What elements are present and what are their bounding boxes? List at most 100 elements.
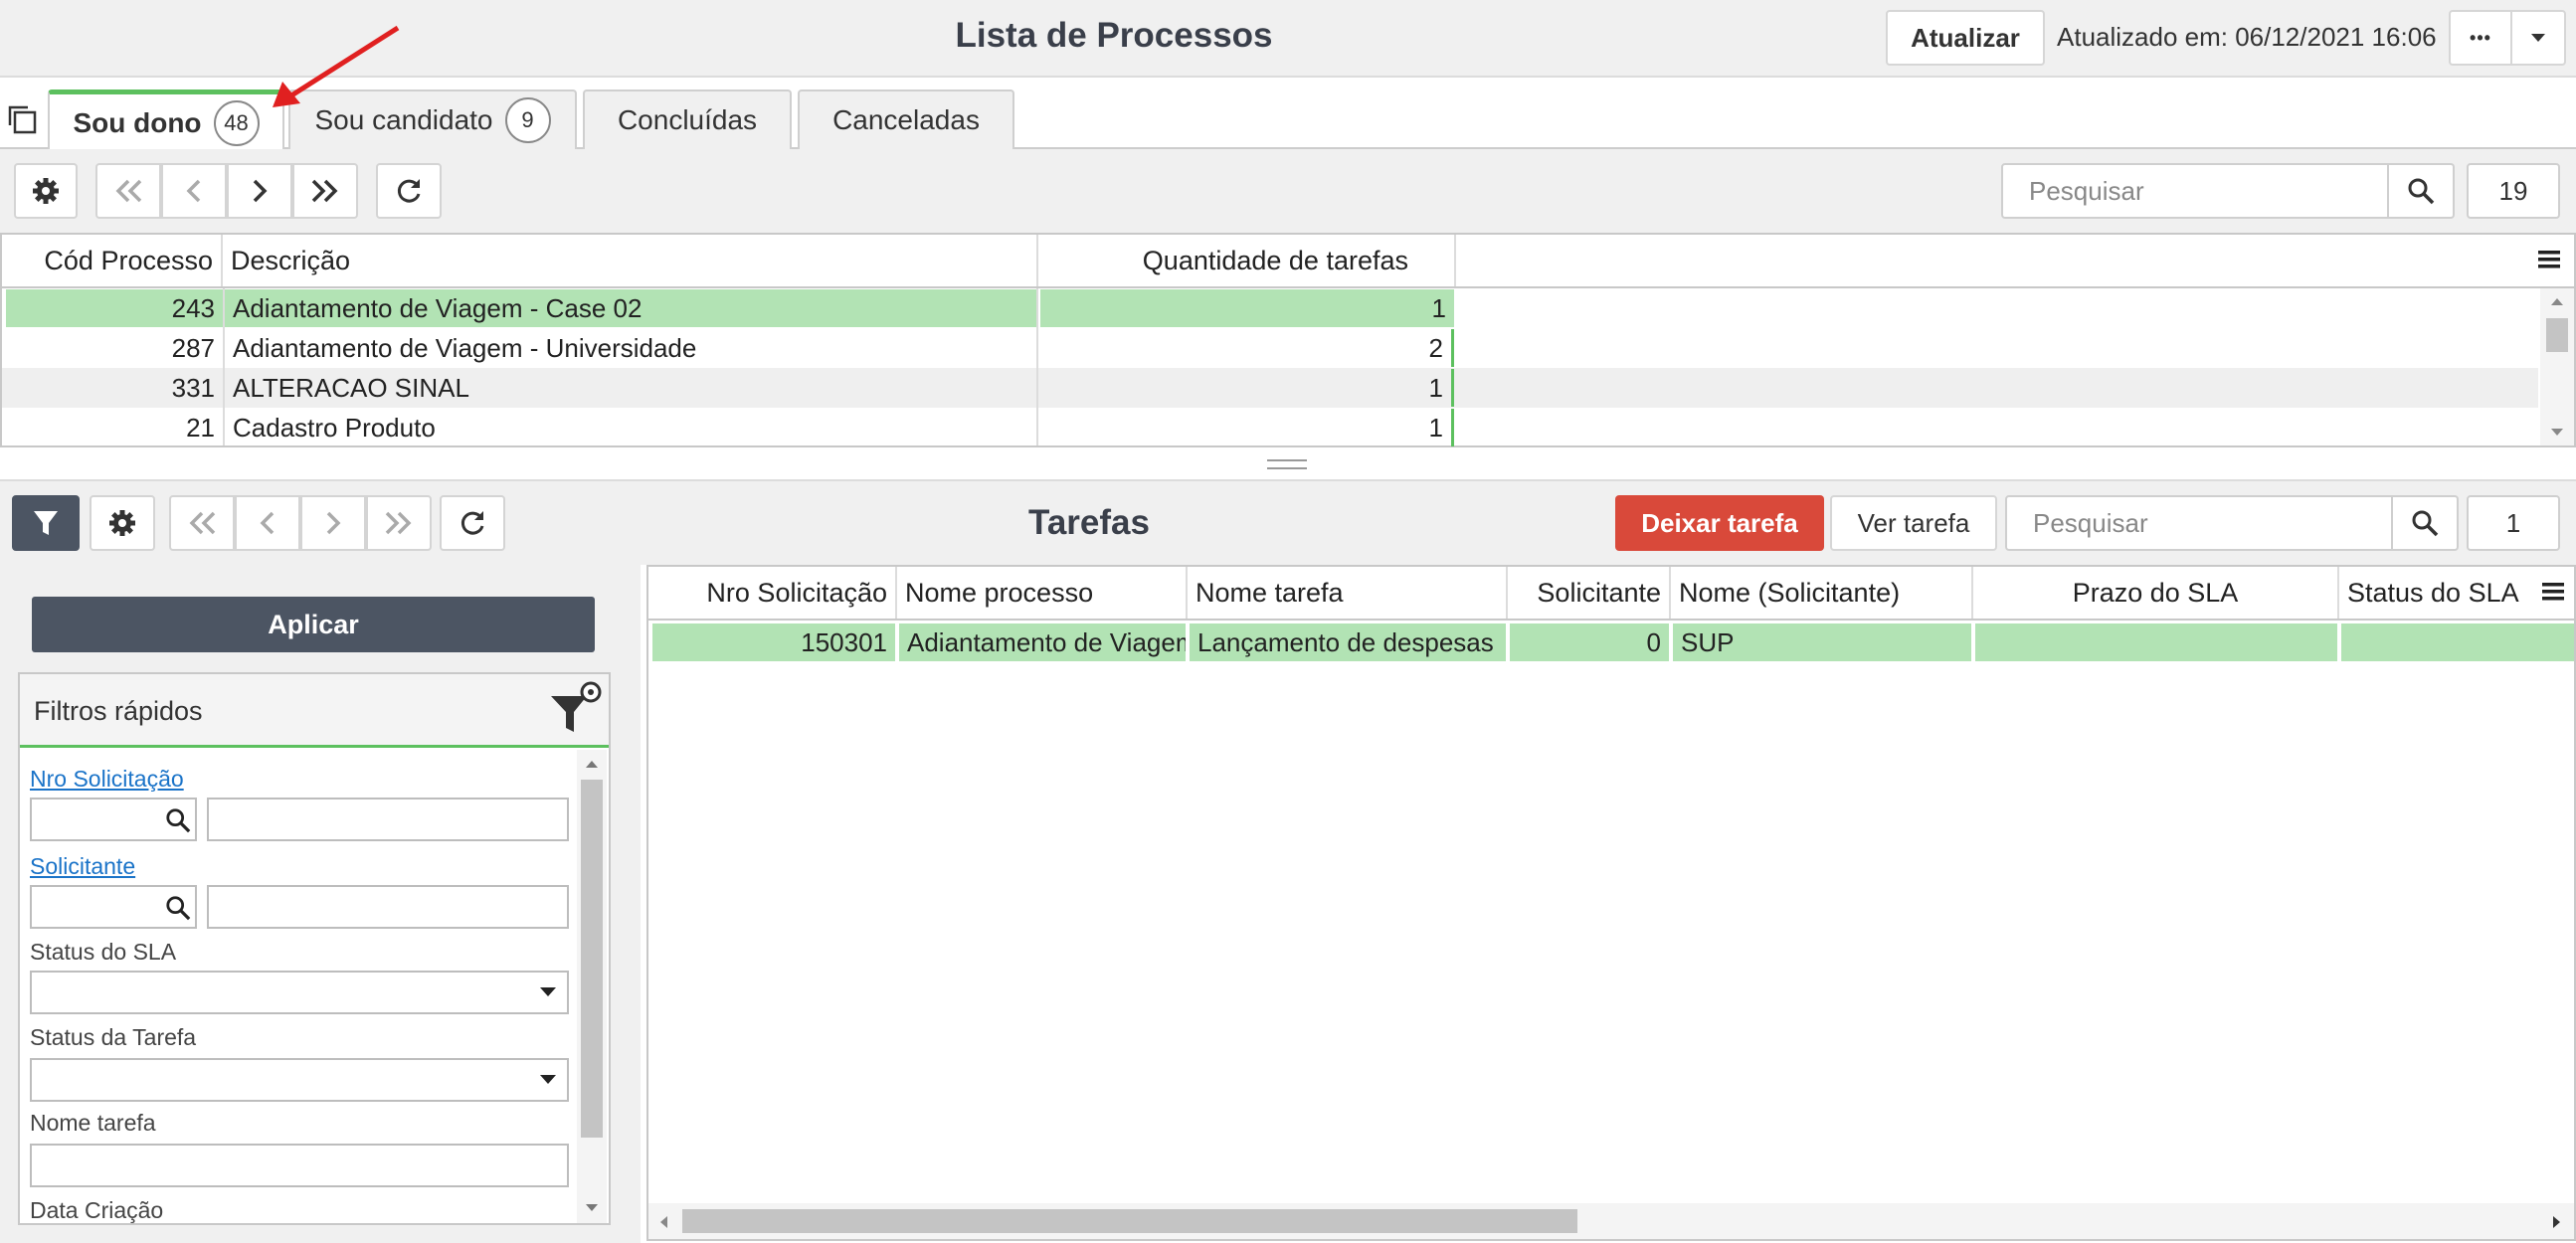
filter-toggle-button[interactable] — [12, 495, 80, 551]
gear-icon — [109, 510, 135, 536]
tasks-search-input[interactable]: Pesquisar — [2005, 495, 2393, 551]
nro-solicitacao-description-field[interactable] — [207, 798, 569, 841]
refresh-button[interactable]: Atualizar — [1886, 10, 2045, 66]
nro-solicitacao-input[interactable] — [30, 798, 197, 841]
tab-label: Canceladas — [832, 104, 980, 135]
column-header[interactable]: Prazo do SLA — [1973, 567, 2339, 619]
table-row[interactable]: 243 Adiantamento de Viagem - Case 02 1 — [2, 288, 2538, 328]
refresh-icon — [460, 511, 484, 535]
apply-filters-button[interactable]: Aplicar — [32, 597, 595, 652]
cell-status-sla — [2341, 623, 2574, 661]
tasks-first-page-button[interactable] — [169, 495, 235, 551]
previous-page-button[interactable] — [161, 163, 227, 219]
tab-label: Concluídas — [617, 104, 758, 135]
columns-menu-icon[interactable] — [2536, 247, 2566, 276]
quick-filters-panel: Filtros rápidos Nro Solicitação Solicita… — [18, 672, 611, 1225]
table-row[interactable]: 150301 Adiantamento de Viagem - Case 02 … — [648, 622, 2574, 662]
last-updated-text: Atualizado em: 06/12/2021 16:06 — [2057, 22, 2437, 52]
column-header[interactable]: Nome (Solicitante) — [1671, 567, 1973, 619]
columns-menu-icon[interactable] — [2540, 579, 2570, 609]
cell-description: ALTERACAO SINAL — [233, 372, 469, 403]
search-icon[interactable] — [165, 807, 191, 833]
double-chevron-right-icon — [385, 511, 412, 535]
nome-tarefa-input[interactable] — [30, 1144, 569, 1187]
quick-filters-title: Filtros rápidos — [34, 696, 203, 726]
last-page-button[interactable] — [292, 163, 358, 219]
table-row[interactable]: 287 Adiantamento de Viagem - Universidad… — [2, 328, 2538, 368]
column-header[interactable]: Solicitante — [1508, 567, 1671, 619]
column-header[interactable]: Quantidade de tarefas — [1038, 235, 1456, 286]
cell-tarefa: Lançamento de despesas — [1190, 623, 1506, 661]
filter-icon — [34, 511, 58, 535]
process-table: Cód Processo Descrição Quantidade de tar… — [0, 233, 2576, 447]
panel-splitter[interactable] — [0, 447, 2576, 481]
reload-button[interactable] — [376, 163, 442, 219]
cell-prazo-sla — [1975, 623, 2337, 661]
tasks-horizontal-scrollbar[interactable] — [648, 1203, 2574, 1239]
table-row[interactable]: 21 Cadastro Produto 1 — [2, 408, 2538, 446]
next-page-button[interactable] — [227, 163, 292, 219]
first-page-button[interactable] — [95, 163, 161, 219]
tasks-settings-button[interactable] — [90, 495, 155, 551]
double-chevron-left-icon — [189, 511, 216, 535]
solicitante-description-field[interactable] — [207, 885, 569, 929]
process-search-input[interactable]: Pesquisar — [2001, 163, 2389, 219]
process-page-size[interactable]: 19 — [2467, 163, 2560, 219]
column-header[interactable]: Nro Solicitação — [648, 567, 897, 619]
settings-button[interactable] — [14, 163, 78, 219]
column-header[interactable]: Descrição — [223, 235, 1038, 286]
nome-tarefa-label: Nome tarefa — [30, 1110, 156, 1136]
tab-sou-dono[interactable]: Sou dono 48 — [48, 89, 284, 151]
scroll-up-icon — [586, 761, 598, 768]
splitter-handle-icon — [1267, 459, 1307, 469]
clear-filter-icon[interactable] — [547, 678, 603, 738]
scroll-thumb[interactable] — [2546, 318, 2568, 352]
solicitante-label[interactable]: Solicitante — [30, 853, 135, 880]
annotation-arrow-icon — [273, 25, 400, 107]
cell-tasks: 2 — [1040, 329, 1454, 367]
cell-nro: 150301 — [652, 623, 895, 661]
double-chevron-left-icon — [115, 179, 142, 203]
dropdown-button[interactable] — [2510, 10, 2566, 66]
caret-down-icon — [540, 987, 556, 996]
tasks-last-page-button[interactable] — [366, 495, 432, 551]
cell-processo: Adiantamento de Viagem - Case 02 — [899, 623, 1186, 661]
process-search-button[interactable] — [2389, 163, 2455, 219]
tasks-search-button[interactable] — [2393, 495, 2459, 551]
tasks-reload-button[interactable] — [440, 495, 505, 551]
scroll-down-icon — [2551, 429, 2563, 436]
tasks-previous-page-button[interactable] — [235, 495, 300, 551]
column-header[interactable]: Nome tarefa — [1188, 567, 1508, 619]
scroll-right-icon — [2553, 1216, 2560, 1228]
tab-count-badge: 9 — [504, 97, 551, 143]
cell-tasks: 1 — [1040, 289, 1454, 327]
nro-solicitacao-label[interactable]: Nro Solicitação — [30, 766, 184, 793]
cell-code: 287 — [171, 332, 215, 363]
column-header[interactable]: Status do SLA — [2339, 567, 2538, 619]
cell-description: Cadastro Produto — [233, 412, 436, 443]
leave-task-button[interactable]: Deixar tarefa — [1615, 495, 1824, 551]
filters-vertical-scrollbar[interactable] — [577, 750, 607, 1223]
chevron-right-icon — [326, 511, 341, 535]
more-options-button[interactable]: ••• — [2449, 10, 2512, 66]
tab-canceladas[interactable]: Canceladas — [798, 89, 1014, 149]
double-chevron-right-icon — [311, 179, 338, 203]
table-row[interactable]: 331 ALTERACAO SINAL 1 — [2, 368, 2538, 408]
status-tarefa-select[interactable] — [30, 1058, 569, 1102]
tasks-next-page-button[interactable] — [300, 495, 366, 551]
view-task-button[interactable]: Ver tarefa — [1830, 495, 1997, 551]
data-criacao-label: Data Criação — [30, 1197, 164, 1223]
column-header[interactable]: Nome processo — [897, 567, 1188, 619]
solicitante-input[interactable] — [30, 885, 197, 929]
scroll-thumb[interactable] — [682, 1209, 1577, 1233]
process-vertical-scrollbar[interactable] — [2540, 288, 2574, 445]
tasks-page-size[interactable]: 1 — [2467, 495, 2560, 551]
copy-icon[interactable] — [6, 103, 38, 135]
column-header[interactable]: Cód Processo — [2, 235, 223, 286]
search-icon[interactable] — [165, 895, 191, 921]
tab-concluidas[interactable]: Concluídas — [583, 89, 792, 149]
gear-icon — [33, 178, 59, 204]
scroll-thumb[interactable] — [581, 780, 603, 1138]
header-divider — [648, 619, 2574, 621]
status-sla-select[interactable] — [30, 971, 569, 1014]
